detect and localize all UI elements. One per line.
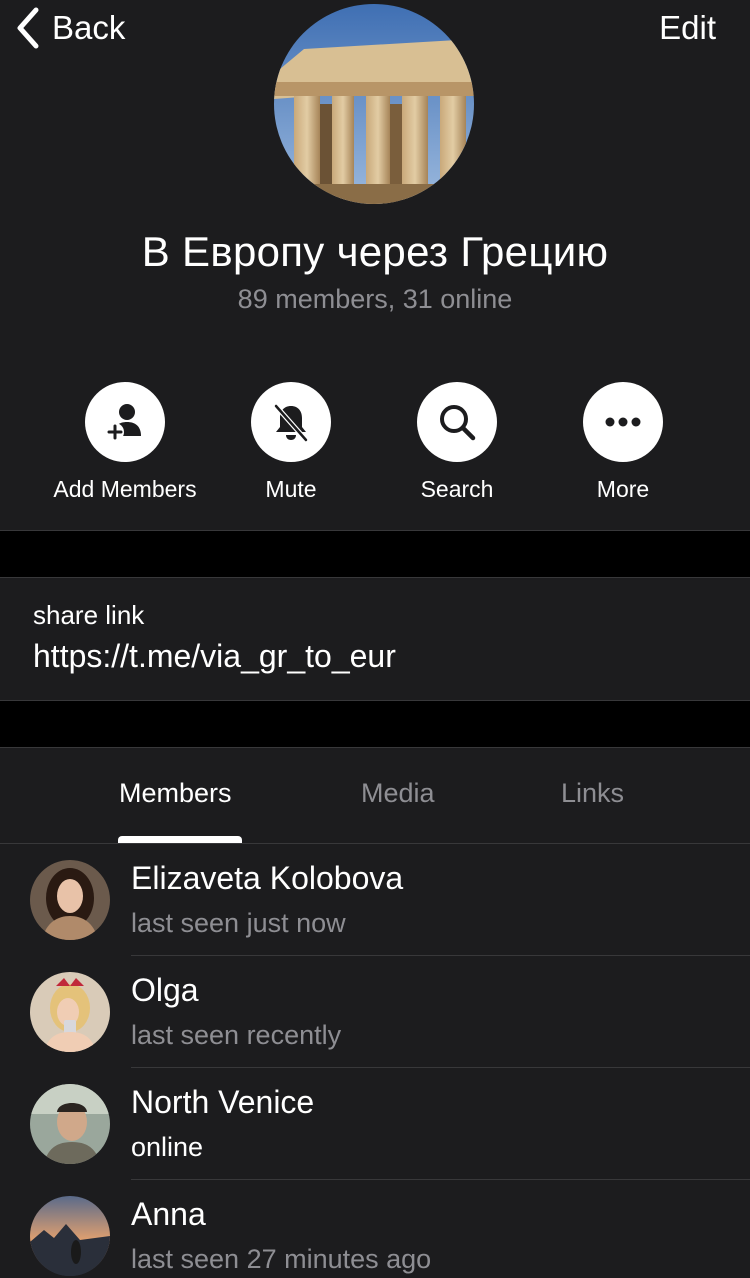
mute-label: Mute <box>265 476 317 502</box>
member-name: North Venice <box>131 1084 315 1120</box>
add-members-button[interactable]: Add Members <box>42 382 208 503</box>
group-title: В Европу через Грецию <box>141 228 609 275</box>
ellipsis-icon <box>605 417 641 427</box>
member-status: last seen just now <box>131 908 346 938</box>
tab-members[interactable]: Members <box>119 778 232 809</box>
member-name: Elizaveta Kolobova <box>131 860 404 896</box>
member-status: online <box>131 1132 204 1162</box>
back-button[interactable]: Back <box>14 6 125 50</box>
divider <box>0 577 750 578</box>
member-row[interactable]: Anna last seen 27 minutes ago <box>0 1180 750 1278</box>
member-row[interactable]: North Venice online <box>0 1068 750 1180</box>
group-info-screen: Back Edit В Европу через Грецию 89 membe… <box>0 0 750 1278</box>
back-label: Back <box>52 9 126 46</box>
mute-circle <box>251 382 331 462</box>
member-status: last seen 27 minutes ago <box>131 1244 432 1274</box>
more-circle <box>583 382 663 462</box>
bell-slash-icon <box>274 404 308 442</box>
search-icon <box>440 405 476 441</box>
avatar <box>30 972 110 1052</box>
divider <box>0 747 750 748</box>
avatar <box>30 1084 110 1164</box>
member-name: Olga <box>131 972 199 1008</box>
group-photo <box>274 4 474 204</box>
avatar <box>30 1196 110 1276</box>
more-button[interactable]: More <box>540 382 706 503</box>
member-row[interactable]: Elizaveta Kolobova last seen just now <box>0 844 750 956</box>
mute-button[interactable]: Mute <box>208 382 374 503</box>
share-link-url[interactable]: https://t.me/via_gr_to_eur <box>33 638 396 675</box>
chevron-left-icon <box>17 7 39 49</box>
group-member-count: 89 members, 31 online <box>237 284 513 314</box>
section-separator <box>0 531 750 577</box>
member-name: Anna <box>131 1196 206 1232</box>
member-status: last seen recently <box>131 1020 342 1050</box>
tab-links[interactable]: Links <box>561 778 624 809</box>
share-link-caption: share link <box>33 600 145 630</box>
group-avatar[interactable] <box>274 4 474 204</box>
add-member-icon <box>106 404 141 441</box>
avatar <box>30 860 110 940</box>
search-button[interactable]: Search <box>374 382 540 503</box>
add-members-circle <box>85 382 165 462</box>
more-label: More <box>596 476 650 502</box>
section-separator <box>0 701 750 747</box>
search-circle <box>417 382 497 462</box>
edit-button[interactable]: Edit <box>659 6 716 50</box>
search-label: Search <box>420 476 494 502</box>
tab-media[interactable]: Media <box>361 778 435 809</box>
member-row[interactable]: Olga last seen recently <box>0 956 750 1068</box>
add-members-label: Add Members <box>53 476 197 502</box>
